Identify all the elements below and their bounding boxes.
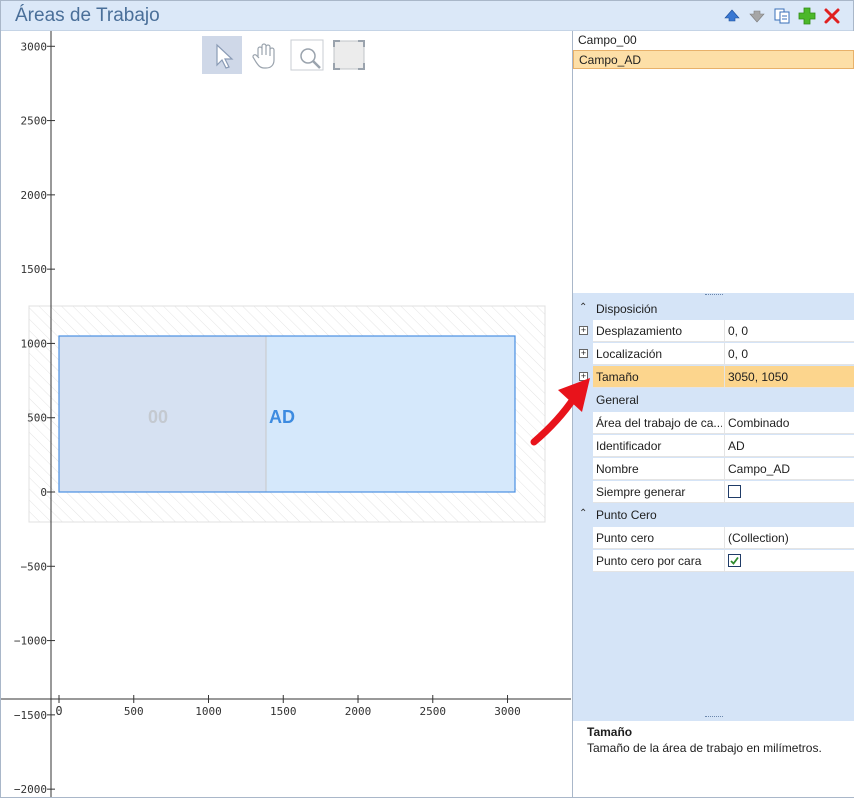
prop-localizacion[interactable]: + Localización 0, 0 — [573, 343, 854, 365]
category-title: General — [596, 393, 639, 407]
zoom-tool-button[interactable] — [287, 36, 327, 74]
description-text: Tamaño de la área de trabajo en milímetr… — [587, 741, 822, 755]
fit-tool-button[interactable] — [329, 36, 369, 74]
category-punto-cero[interactable]: ⌃ Punto Cero — [573, 504, 854, 526]
select-tool-button[interactable] — [202, 36, 242, 74]
prop-name: Siempre generar — [596, 485, 686, 499]
x-ticks: 0 500 1000 1500 2000 2500 3000 — [55, 695, 521, 718]
x-tick-label: 500 — [124, 705, 144, 718]
canvas-area[interactable]: 3000 2500 2000 1500 1000 500 0 −1000 −500 −1500 −2… — [1, 31, 571, 797]
prop-identificador[interactable]: Identificador AD — [573, 435, 854, 457]
cursor-icon — [216, 43, 234, 69]
category-disposicion[interactable]: ⌃ Disposición — [573, 298, 854, 320]
y-tick-label: 1500 — [21, 263, 48, 276]
list-item-selected[interactable]: Campo_AD — [573, 50, 854, 69]
plus-icon — [798, 7, 816, 25]
fit-icon — [333, 40, 365, 70]
y-tick-label: 1000 — [21, 337, 48, 350]
checkbox-punto-cero-por-cara[interactable] — [728, 554, 741, 567]
prop-value[interactable]: 3050, 1050 — [728, 370, 788, 384]
list-item[interactable]: Campo_00 — [573, 31, 854, 50]
expand-icon[interactable]: + — [579, 326, 588, 335]
prop-punto-cero[interactable]: Punto cero (Collection) — [573, 527, 854, 549]
prop-value[interactable]: (Collection) — [728, 531, 789, 545]
prop-value[interactable]: Campo_AD — [728, 462, 790, 476]
arrow-down-icon — [749, 10, 765, 23]
prop-name: Punto cero por cara — [596, 554, 702, 568]
area-ad-label: AD — [269, 407, 295, 427]
y-tick-label: 2000 — [21, 189, 48, 202]
move-down-button[interactable] — [748, 7, 766, 25]
x-tick-label: 3000 — [494, 705, 521, 718]
prop-punto-cero-por-cara[interactable]: Punto cero por cara — [573, 550, 854, 572]
y-tick-label: −500 — [21, 560, 48, 573]
x-tick-label: 1500 — [270, 705, 297, 718]
copy-icon — [774, 8, 790, 24]
prop-name: Identificador — [596, 439, 662, 453]
category-title: Disposición — [596, 302, 658, 316]
x-tick-label: 0 — [55, 704, 62, 718]
prop-name: Tamaño — [596, 370, 639, 384]
window-title: Áreas de Trabajo — [15, 5, 160, 26]
prop-name: Localización — [596, 347, 663, 361]
y-tick-label: 2500 — [21, 115, 48, 128]
y-tick-label: −1000 — [14, 635, 47, 648]
work-area-list: Campo_00 Campo_AD — [573, 31, 854, 294]
y-tick-label: −2000 — [14, 783, 47, 796]
prop-value[interactable]: 0, 0 — [728, 324, 748, 338]
expand-icon[interactable]: + — [579, 349, 588, 358]
area-00-label: 00 — [148, 407, 169, 427]
x-tick-label: 1000 — [195, 705, 222, 718]
checkmark-icon — [730, 556, 739, 565]
prop-value[interactable]: Combinado — [728, 416, 789, 430]
prop-value[interactable]: AD — [728, 439, 745, 453]
title-bar: Áreas de Trabajo — [1, 1, 853, 31]
hand-icon — [252, 43, 275, 69]
copy-button[interactable] — [773, 7, 791, 25]
checkbox-siempre-generar[interactable] — [728, 485, 741, 498]
pan-tool-button[interactable] — [245, 36, 285, 74]
prop-siempre-generar[interactable]: Siempre generar — [573, 481, 854, 503]
collapse-chevron-icon[interactable]: ⌃ — [579, 508, 587, 519]
prop-name: Nombre — [596, 462, 639, 476]
prop-tamano[interactable]: + Tamaño 3050, 1050 — [573, 366, 854, 388]
y-tick-label: 3000 — [21, 40, 48, 53]
category-general[interactable]: General — [573, 389, 854, 411]
y-tick-label: 0 — [40, 486, 47, 499]
prop-area-trabajo[interactable]: Área del trabajo de ca... Combinado — [573, 412, 854, 434]
prop-value[interactable]: 0, 0 — [728, 347, 748, 361]
arrow-up-icon — [724, 9, 740, 22]
prop-name: Área del trabajo de ca... — [596, 416, 722, 430]
property-description: Tamaño Tamaño de la área de trabajo en m… — [573, 721, 854, 797]
x-tick-label: 2500 — [420, 705, 447, 718]
prop-name: Desplazamiento — [596, 324, 683, 338]
area-ad[interactable] — [266, 336, 515, 492]
y-tick-label: 500 — [27, 412, 47, 425]
collapse-chevron-icon[interactable]: ⌃ — [579, 302, 587, 313]
delete-button[interactable] — [823, 7, 841, 25]
category-title: Punto Cero — [596, 508, 657, 522]
x-tick-label: 2000 — [345, 705, 372, 718]
y-tick-label: −1500 — [14, 709, 47, 722]
right-panel: Campo_00 Campo_AD ⌃ Disposición + Despla… — [572, 31, 854, 797]
prop-nombre[interactable]: Nombre Campo_AD — [573, 458, 854, 480]
close-icon — [824, 8, 840, 24]
zoom-icon — [290, 39, 324, 71]
move-up-button[interactable] — [723, 7, 741, 25]
add-button[interactable] — [798, 7, 816, 25]
red-arrow-icon — [530, 378, 590, 446]
prop-name: Punto cero — [596, 531, 655, 545]
y-ticks: 3000 2500 2000 1500 1000 500 0 −1000 −500 −1500 −2… — [14, 40, 55, 796]
description-title: Tamaño — [587, 725, 633, 739]
desc-splitter[interactable] — [573, 715, 854, 720]
prop-desplazamiento[interactable]: + Desplazamiento 0, 0 — [573, 320, 854, 342]
